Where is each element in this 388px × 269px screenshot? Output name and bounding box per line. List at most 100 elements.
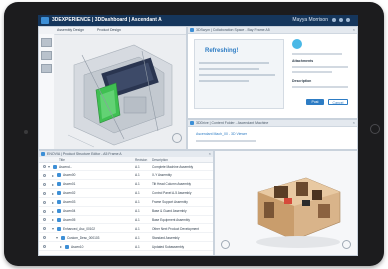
app-logo-icon [41,17,49,24]
expand-icon[interactable]: ▸ [52,191,54,196]
table-row[interactable]: ▾ Ascend... A.1 Complete Machine Assembly [39,163,213,171]
table-row[interactable]: ▸ Ascen01 A.1 Tilt Head Column Assembly [39,181,213,189]
description-field[interactable] [292,86,348,88]
table-row[interactable]: ▸ Ascen05 A.1 Base Equipment Assembly [39,216,213,225]
visibility-icon[interactable] [43,227,46,231]
table-row[interactable]: ▸ Ascen02 A.1 Control Panel A-5 Assembly [39,190,213,198]
compass-icon[interactable] [221,240,230,249]
view-cube-icon[interactable] [342,240,351,249]
drive-icon [190,121,194,125]
visibility-icon[interactable] [43,245,46,249]
expand-icon[interactable]: ▾ [56,235,58,240]
home-button[interactable] [370,124,380,134]
expand-icon[interactable]: ▸ [52,182,54,187]
assembly-3d-panel[interactable]: Assembly Design Product Design [38,26,187,150]
dashboard-screen: 3DEXPERIENCE | 3DDashboard | Ascendant A… [38,15,358,256]
visibility-icon[interactable] [43,191,46,195]
machine-render[interactable] [216,152,358,256]
row-title: Ascen04 [63,209,76,213]
help-icon[interactable] [346,18,350,22]
row-title: Ascen03 [63,200,76,205]
part-icon [57,209,61,213]
app-title: 3DEXPERIENCE | 3DDashboard | Ascendant A [52,17,162,23]
tab-assembly-design[interactable]: Assembly Design [57,28,84,32]
expand-icon[interactable]: ▾ [52,226,54,231]
content-link[interactable]: Ascendant Mach_00 - 3D Viewer [196,132,247,136]
expand-icon[interactable]: ▸ [52,173,54,178]
visibility-icon[interactable] [43,236,46,240]
collaboration-panel: 3DSwym | Collaboration Space - Bay Frame… [187,26,358,119]
placeholder-line [199,68,259,70]
row-description: Tilt Head Column Assembly [152,182,192,187]
camera-icon [24,130,28,134]
part-icon [57,217,61,222]
part-icon [57,182,61,187]
column-description[interactable]: Description [152,158,168,162]
table-row[interactable]: ▾ Enhanced_Asc_00102 A.1 Other Next Product… [39,225,213,234]
placeholder-line [199,74,275,76]
row-revision: A.1 [135,164,140,169]
visibility-icon[interactable] [43,165,46,168]
post-form: Attachments Description Post Cancel [288,39,354,111]
expand-icon[interactable]: ▸ [52,209,54,214]
column-title[interactable]: Title [59,158,65,162]
refresh-card: Refreshing! [194,39,284,109]
placeholder-line [199,80,249,82]
row-title: Ascend... [59,164,73,169]
close-icon[interactable]: × [353,27,355,32]
placeholder-line [292,71,332,73]
avatar [292,39,302,49]
part-icon [57,173,61,178]
row-description: Frame Support Assembly [152,200,188,205]
row-title: Ascen00 [63,173,76,178]
thumbnail[interactable] [41,51,52,60]
row-description: Standard Assembly [152,235,180,240]
top-bar: 3DEXPERIENCE | 3DDashboard | Ascendant A… [38,15,358,26]
table-row[interactable]: ▾ Custom_Desc_000103 A.1 Standard Assembly [39,234,213,243]
row-title: Ascen10 [71,244,84,249]
enovia-icon [41,152,45,156]
row-description: Control Panel A-5 Assembly [152,191,192,196]
thumbnail[interactable] [41,38,52,47]
render-panel[interactable] [214,150,358,256]
close-icon[interactable]: × [353,120,355,125]
row-description: Updated Subassembly [152,244,185,249]
user-name[interactable]: Mayya Morrison [292,17,328,23]
placeholder-line [292,53,342,55]
product-structure-panel: ENOVIA | Product Structure Editor - A5 F… [38,150,214,256]
row-description: Other Next Product Development [152,226,199,231]
post-button[interactable]: Post [306,99,324,105]
part-icon [53,164,57,169]
thumbnail[interactable] [41,64,52,73]
part-icon [57,200,61,205]
table-row[interactable]: ▸ Ascen03 A.1 Frame Support Assembly [39,199,213,207]
visibility-icon[interactable] [43,182,46,186]
visibility-icon[interactable] [43,218,46,222]
table-row[interactable]: ▸ Ascen10 A.1 Updated Subassembly [39,243,213,252]
row-description: Complete Machine Assembly [152,164,194,169]
visibility-icon[interactable] [43,200,46,204]
share-icon[interactable] [332,18,336,22]
expand-icon[interactable]: ▸ [52,217,54,222]
tab-product-design[interactable]: Product Design [97,28,121,32]
compass-icon[interactable] [172,133,182,143]
swym-icon [190,28,194,32]
expand-icon[interactable]: ▸ [60,244,62,249]
notification-icon[interactable] [339,18,343,22]
close-icon[interactable]: × [209,151,211,156]
row-revision: A.1 [135,182,140,187]
placeholder-line [292,66,348,68]
visibility-icon[interactable] [43,209,46,213]
expand-icon[interactable]: ▾ [48,164,50,169]
visibility-icon[interactable] [43,173,46,177]
row-description: X-Y Assembly [152,173,172,178]
panel-title: ENOVIA | Product Structure Editor - A5 F… [47,152,122,156]
column-revision[interactable]: Revision [135,158,147,162]
table-row[interactable]: ▸ Ascen04 A.1 Base & Guard Assembly [39,208,213,216]
cancel-button[interactable]: Cancel [328,99,348,105]
assembly-viewport[interactable] [54,35,187,150]
table-row[interactable]: ▸ Ascen00 A.1 X-Y Assembly [39,172,213,180]
panel-header: 3DSwym | Collaboration Space - Bay Frame… [188,27,357,34]
expand-icon[interactable]: ▸ [52,200,54,205]
row-revision: A.1 [135,173,140,178]
